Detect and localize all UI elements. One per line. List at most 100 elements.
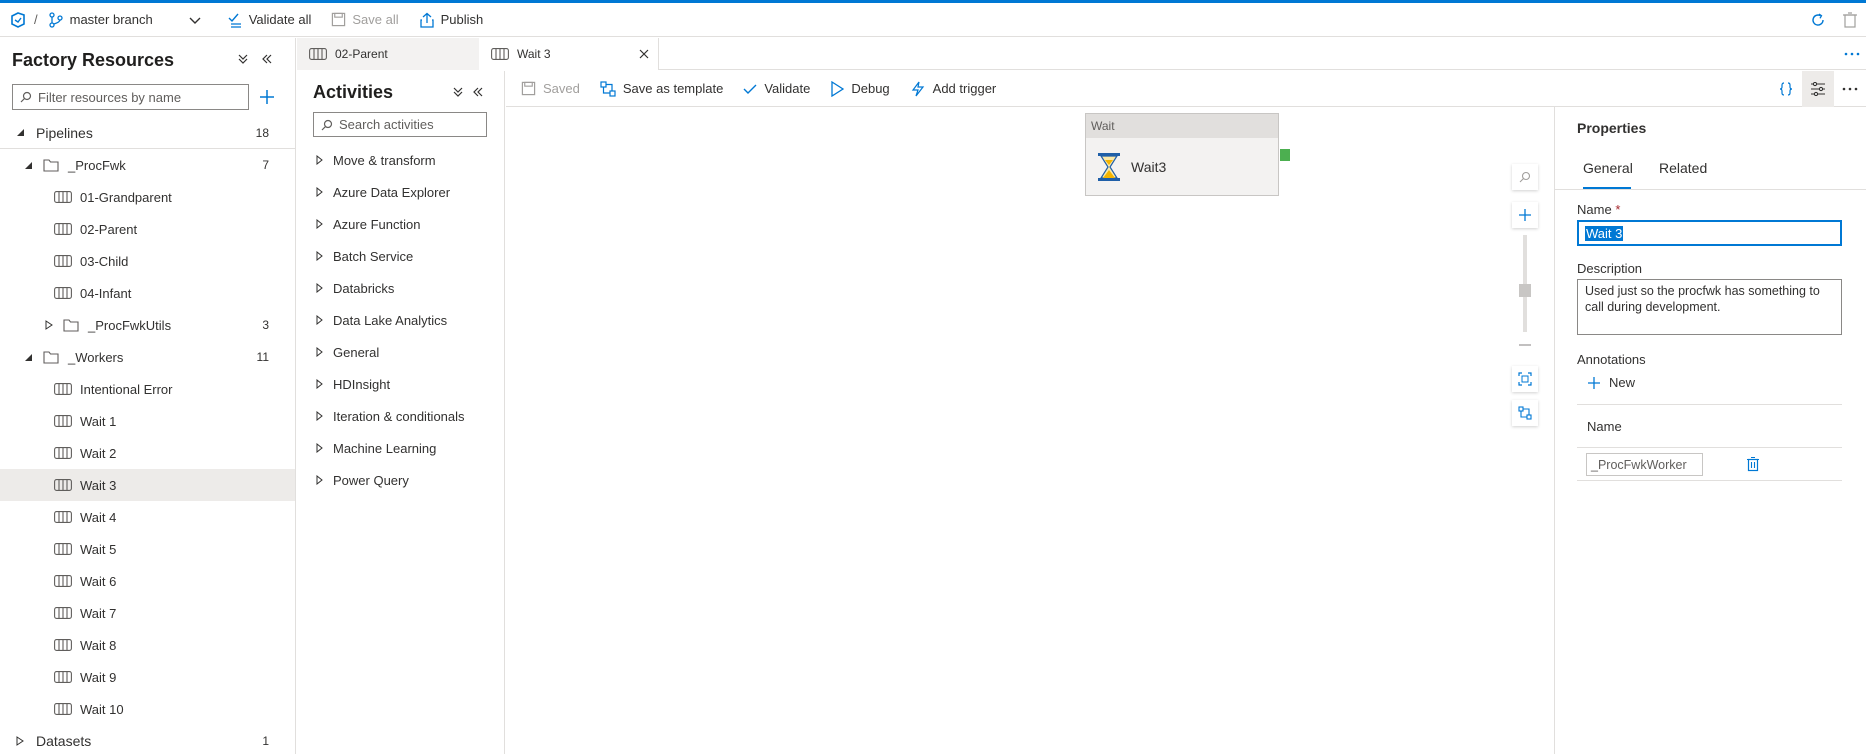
validate-all-button[interactable]: Validate all: [217, 3, 322, 36]
activity-category[interactable]: Data Lake Analytics: [297, 304, 504, 336]
search-activities-input[interactable]: Search activities: [313, 112, 487, 137]
pipeline-item[interactable]: Wait 5: [0, 533, 295, 565]
name-input[interactable]: Wait 3: [1577, 220, 1842, 246]
properties-toggle-icon[interactable]: [1802, 70, 1834, 107]
add-resource-icon[interactable]: [258, 88, 276, 106]
discard-icon[interactable]: [1842, 11, 1858, 28]
minimize-panel-icon[interactable]: [261, 53, 273, 65]
activity-category[interactable]: Iteration & conditionals: [297, 400, 504, 432]
zoom-search-button[interactable]: [1512, 164, 1538, 190]
activity-category[interactable]: Databricks: [297, 272, 504, 304]
annotation-input[interactable]: _ProcFwkWorker: [1586, 453, 1703, 476]
template-icon: [600, 80, 616, 97]
tab-02-parent[interactable]: 02-Parent: [297, 38, 479, 70]
add-trigger-button[interactable]: Add trigger: [900, 71, 1007, 106]
pipeline-item[interactable]: Wait 4: [0, 501, 295, 533]
save-as-template-label: Save as template: [622, 81, 724, 96]
collapse-all-icon[interactable]: [237, 53, 249, 65]
minimize-panel-icon[interactable]: [472, 86, 484, 98]
fit-to-screen-button[interactable]: [1512, 366, 1538, 392]
debug-button[interactable]: Debug: [820, 71, 899, 106]
chevron-down-icon: [189, 14, 201, 26]
pipeline-item[interactable]: Wait 2: [0, 437, 295, 469]
pipeline-icon: [54, 511, 72, 523]
hourglass-icon: [1097, 152, 1121, 182]
pipeline-item[interactable]: Wait 1: [0, 405, 295, 437]
saved-button[interactable]: Saved: [506, 71, 590, 106]
new-annotation-button[interactable]: New: [1587, 375, 1635, 390]
pipeline-item[interactable]: 03-Child: [0, 245, 295, 277]
validate-label: Validate: [764, 81, 811, 96]
more-options-icon[interactable]: [1844, 38, 1860, 69]
pipeline-icon: [54, 575, 72, 587]
pipeline-icon: [54, 543, 72, 555]
branch-selector[interactable]: master branch: [38, 3, 211, 36]
required-mark: *: [1615, 202, 1621, 217]
activity-category-label: Azure Data Explorer: [333, 184, 451, 200]
close-icon[interactable]: [639, 49, 649, 59]
activity-category[interactable]: HDInsight: [297, 368, 504, 400]
pipeline-item[interactable]: Wait 6: [0, 565, 295, 597]
folder-icon: [43, 350, 59, 364]
activity-category[interactable]: Azure Data Explorer: [297, 176, 504, 208]
zoom-in-button[interactable]: [1512, 202, 1538, 228]
pipeline-item[interactable]: Wait 8: [0, 629, 295, 661]
pipeline-icon: [54, 383, 72, 395]
folder-procfwk[interactable]: _ProcFwk 7: [0, 149, 295, 181]
zoom-out-button[interactable]: [1512, 332, 1538, 358]
folder-workers[interactable]: _Workers 11: [0, 341, 295, 373]
tab-wait-3[interactable]: Wait 3: [479, 38, 659, 70]
collapsed-triangle-icon: [316, 443, 323, 453]
validate-button[interactable]: Validate: [733, 71, 820, 106]
azure-devops-icon: [10, 11, 26, 28]
tab-related[interactable]: Related: [1659, 160, 1707, 176]
pipeline-item[interactable]: 02-Parent: [0, 213, 295, 245]
activity-category[interactable]: Move & transform: [297, 144, 504, 176]
filter-resources-input[interactable]: Filter resources by name: [12, 84, 249, 110]
description-textarea[interactable]: Used just so the procfwk has something t…: [1577, 279, 1842, 335]
tab-general[interactable]: General: [1583, 160, 1633, 176]
publish-button[interactable]: Publish: [409, 3, 494, 36]
collapsed-triangle-icon: [316, 219, 323, 229]
activity-category-label: Move & transform: [333, 152, 436, 168]
auto-align-button[interactable]: [1512, 400, 1538, 426]
tab-general-label: General: [1583, 160, 1633, 176]
pipeline-item[interactable]: Wait 10: [0, 693, 295, 725]
devops-logo[interactable]: [0, 3, 26, 36]
trigger-icon: [910, 81, 926, 97]
collapse-all-icon[interactable]: [452, 86, 464, 98]
activity-category[interactable]: Machine Learning: [297, 432, 504, 464]
code-icon[interactable]: [1770, 71, 1802, 107]
delete-icon[interactable]: [1746, 456, 1760, 472]
pipeline-item[interactable]: Wait 9: [0, 661, 295, 693]
refresh-icon[interactable]: [1810, 12, 1826, 28]
activity-category-label: Machine Learning: [333, 440, 437, 456]
pipeline-canvas[interactable]: Wait Wait3: [506, 107, 1554, 754]
search-icon: [1519, 171, 1531, 183]
save-as-template-button[interactable]: Save as template: [590, 71, 733, 106]
auto-align-icon: [1518, 406, 1532, 420]
annotations-name-column: Name: [1587, 419, 1622, 434]
name-input-value: Wait 3: [1585, 225, 1624, 241]
wait-activity-node[interactable]: Wait Wait3: [1085, 113, 1279, 196]
folder-procfwkutils[interactable]: _ProcFwkUtils 3: [0, 309, 295, 341]
datasets-group[interactable]: Datasets 1: [0, 725, 295, 754]
pipeline-item[interactable]: Wait 7: [0, 597, 295, 629]
more-options-icon[interactable]: [1834, 71, 1866, 107]
activity-category[interactable]: Power Query: [297, 464, 504, 496]
activity-category[interactable]: Azure Function: [297, 208, 504, 240]
pipeline-item[interactable]: Intentional Error: [0, 373, 295, 405]
pipeline-item[interactable]: 04-Infant: [0, 277, 295, 309]
pipeline-icon: [54, 671, 72, 683]
minus-icon: [1518, 344, 1532, 346]
zoom-slider-thumb[interactable]: [1519, 284, 1531, 297]
node-output-handle[interactable]: [1280, 149, 1290, 161]
pipeline-item[interactable]: 01-Grandparent: [0, 181, 295, 213]
pipelines-group[interactable]: Pipelines 18: [0, 117, 295, 149]
pipeline-item[interactable]: Wait 3: [0, 469, 295, 501]
tab-label: 02-Parent: [335, 47, 388, 61]
plus-icon: [1587, 376, 1601, 390]
save-all-button[interactable]: Save all: [321, 3, 408, 36]
activity-category[interactable]: Batch Service: [297, 240, 504, 272]
activity-category[interactable]: General: [297, 336, 504, 368]
